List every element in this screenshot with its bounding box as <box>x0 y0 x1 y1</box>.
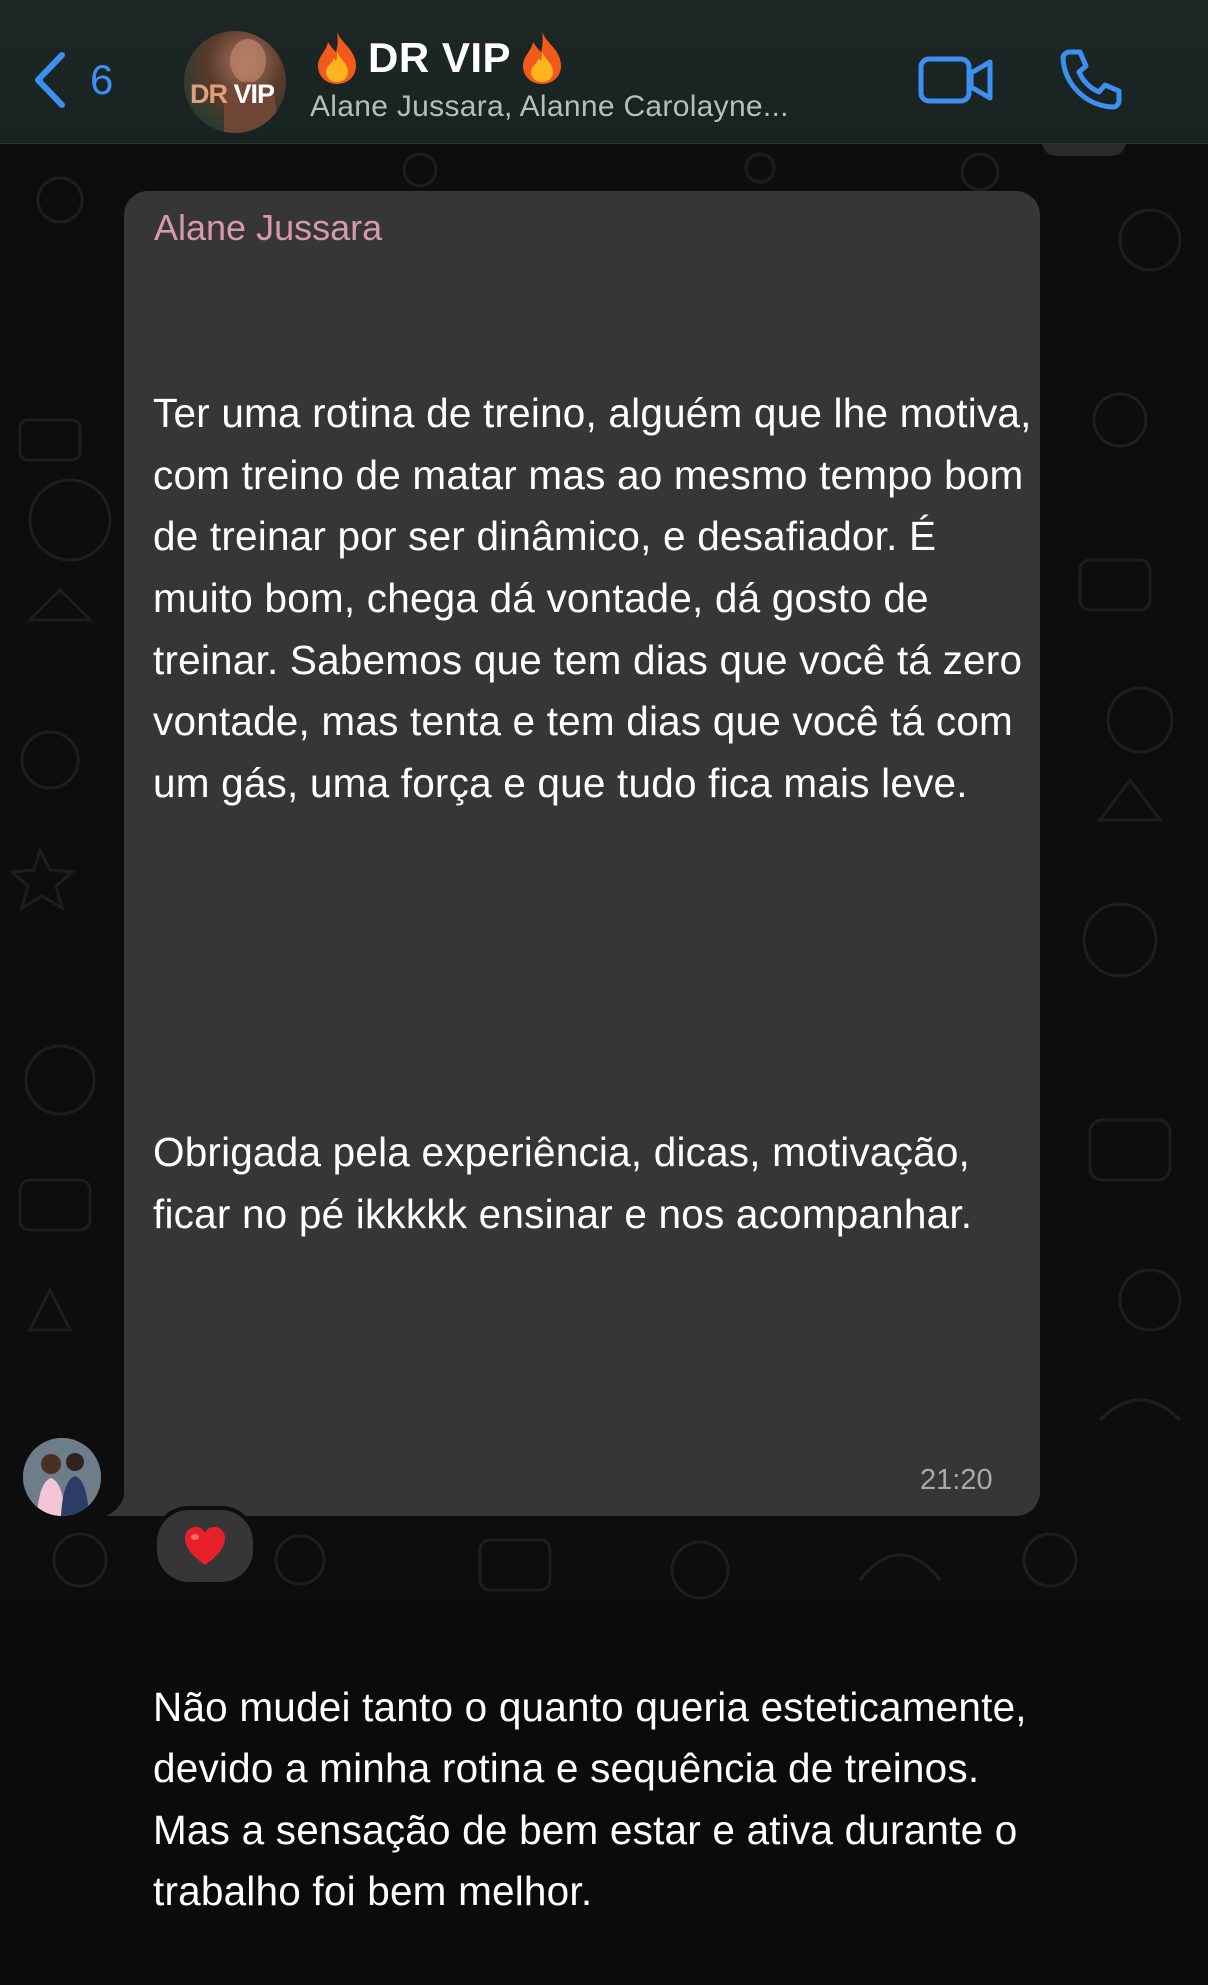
phone-icon <box>1060 49 1122 110</box>
voice-call-button[interactable] <box>1058 48 1124 110</box>
group-members: Alane Jussara, Alanne Carolayne... <box>310 90 789 123</box>
message-sender[interactable]: Alane Jussara <box>154 207 382 249</box>
paragraph-spacer <box>153 1369 1033 1554</box>
group-name: DR VIP <box>368 34 512 81</box>
fire-icon <box>318 32 356 84</box>
message-paragraph: Não mudei tanto o quanto queria estetica… <box>153 1683 1039 1915</box>
message-timestamp: 21:20 <box>920 1464 993 1496</box>
message-text: Ter uma rotina de treino, alguém que lhe… <box>153 260 1033 1985</box>
unread-count: 6 <box>90 56 114 103</box>
avatar-logo: DR VIP <box>190 79 275 109</box>
heart-icon <box>185 1527 225 1565</box>
video-camera-icon <box>918 56 993 104</box>
chat-header: 6 DR VIP DR VIP Alane Jussara, Alanne Ca… <box>0 0 1208 144</box>
fire-icon <box>523 32 562 84</box>
paragraph-spacer <box>153 938 1033 1000</box>
group-title[interactable]: DR VIP <box>312 30 567 86</box>
sender-avatar[interactable] <box>23 1438 101 1516</box>
chevron-left-icon <box>35 52 65 108</box>
back-button[interactable]: 6 <box>30 50 140 110</box>
message-paragraph: Ter uma rotina de treino, alguém que lhe… <box>153 390 1032 806</box>
reaction-badge[interactable] <box>153 1506 257 1586</box>
message-paragraph: Obrigada pela experiência, dicas, motiva… <box>153 1129 982 1237</box>
group-avatar[interactable]: DR VIP <box>184 31 286 133</box>
avatar-photo-icon <box>23 1438 101 1516</box>
bubble-tail <box>106 1480 146 1516</box>
video-call-button[interactable] <box>918 55 994 105</box>
